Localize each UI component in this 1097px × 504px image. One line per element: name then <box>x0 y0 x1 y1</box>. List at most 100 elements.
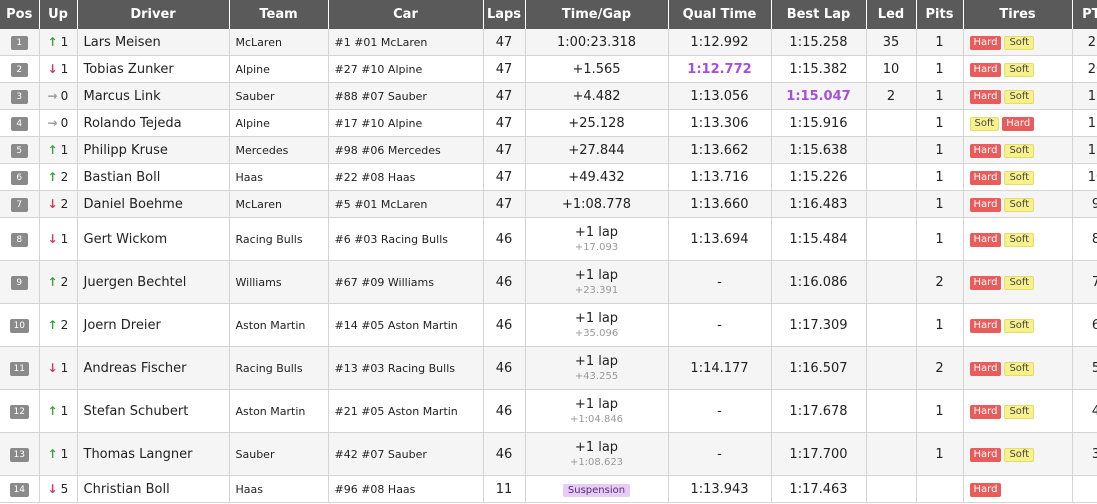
led-value <box>866 136 917 164</box>
best-lap: 1:17.463 <box>771 475 867 503</box>
col-header-gap[interactable]: Time/Gap <box>525 0 669 29</box>
best-lap: 1:16.483 <box>771 190 867 218</box>
pos-cell: 13 <box>0 432 40 476</box>
driver-name[interactable]: Lars Meisen <box>77 29 230 56</box>
table-row[interactable]: 1 ↑ 1 Lars Meisen McLaren #1 #01 McLaren 47 1:0… <box>0 29 1097 56</box>
points-value: 5 <box>1072 346 1097 390</box>
col-header-best[interactable]: Best Lap <box>771 0 867 29</box>
col-header-up[interactable]: Up <box>39 0 78 29</box>
car-name: #14 #05 Aston Martin <box>328 303 484 347</box>
points-value: 6 <box>1072 303 1097 347</box>
driver-name[interactable]: Stefan Schubert <box>77 389 230 433</box>
table-row[interactable]: 8 ↓ 1 Gert Wickom Racing Bulls #6 #03 Racing … <box>0 217 1097 261</box>
best-lap: 1:15.258 <box>771 29 867 56</box>
best-lap: 1:15.916 <box>771 109 867 137</box>
up-cell: ↑ 1 <box>39 389 78 433</box>
pos-cell: 4 <box>0 109 40 137</box>
qual-time: 1:14.177 <box>668 346 772 390</box>
table-row[interactable]: 9 ↑ 2 Juergen Bechtel Williams #67 #09 Willia… <box>0 260 1097 304</box>
tires-cell: Hard Soft <box>963 432 1073 476</box>
tire-soft-badge: Soft <box>1004 144 1035 158</box>
pits-value: 1 <box>916 163 964 191</box>
position-change: 2 <box>60 318 69 332</box>
table-row[interactable]: 14 ↓ 5 Christian Boll Haas #96 #08 Haas 11 Susp… <box>0 475 1097 503</box>
laps-value: 46 <box>483 303 526 347</box>
table-row[interactable]: 4 → 0 Rolando Tejeda Alpine #17 #10 Alpine 47 +… <box>0 109 1097 137</box>
best-lap: 1:15.484 <box>771 217 867 261</box>
table-row[interactable]: 3 → 0 Marcus Link Sauber #88 #07 Sauber 47 +4.4… <box>0 82 1097 110</box>
col-header-laps[interactable]: Laps <box>483 0 526 29</box>
arrow-right-icon: → <box>47 89 58 103</box>
tires-cell: Hard Soft <box>963 29 1073 56</box>
driver-name[interactable]: Rolando Tejeda <box>77 109 230 137</box>
table-row[interactable]: 6 ↑ 2 Bastian Boll Haas #22 #08 Haas 47 +49.432… <box>0 163 1097 191</box>
table-row[interactable]: 13 ↑ 1 Thomas Langner Sauber #42 #07 Sauber 46… <box>0 432 1097 476</box>
driver-name[interactable]: Thomas Langner <box>77 432 230 476</box>
gap-cell: +1 lap +35.096 <box>525 303 669 347</box>
arrow-up-icon: ↑ <box>47 447 58 461</box>
tires-cell: Hard Soft <box>963 217 1073 261</box>
position-badge: 13 <box>9 448 29 462</box>
col-header-driver[interactable]: Driver <box>77 0 230 29</box>
tire-soft-badge: Soft <box>1004 36 1035 50</box>
col-header-led[interactable]: Led <box>866 0 917 29</box>
driver-name[interactable]: Joern Dreier <box>77 303 230 347</box>
driver-name[interactable]: Bastian Boll <box>77 163 230 191</box>
driver-name[interactable]: Tobias Zunker <box>77 55 230 83</box>
position-badge: 10 <box>9 319 29 333</box>
pits-value: 2 <box>916 260 964 304</box>
position-badge: 4 <box>10 117 28 131</box>
driver-name[interactable]: Andreas Fischer <box>77 346 230 390</box>
laps-value: 11 <box>483 475 526 503</box>
table-row[interactable]: 10 ↑ 2 Joern Dreier Aston Martin #14 #05 Asto… <box>0 303 1097 347</box>
driver-name[interactable]: Daniel Boehme <box>77 190 230 218</box>
col-header-qual[interactable]: Qual Time <box>668 0 772 29</box>
led-value <box>866 432 917 476</box>
led-value: 2 <box>866 82 917 110</box>
gap-value: +27.844 <box>568 142 625 158</box>
table-row[interactable]: 7 ↓ 2 Daniel Boehme McLaren #5 #01 McLaren 47 +… <box>0 190 1097 218</box>
up-cell: ↑ 2 <box>39 163 78 191</box>
col-header-car[interactable]: Car <box>328 0 484 29</box>
col-header-team[interactable]: Team <box>229 0 329 29</box>
col-header-pos[interactable]: Pos <box>0 0 40 29</box>
best-lap: 1:15.382 <box>771 55 867 83</box>
tire-soft-badge: Soft <box>1004 233 1035 247</box>
led-value: 35 <box>866 29 917 56</box>
tire-soft-badge: Soft <box>1004 405 1035 419</box>
gap-cell: +1 lap +23.391 <box>525 260 669 304</box>
table-row[interactable]: 5 ↑ 1 Philipp Kruse Mercedes #98 #06 Mercedes… <box>0 136 1097 164</box>
up-cell: ↑ 1 <box>39 29 78 56</box>
team-name: Alpine <box>229 55 329 83</box>
laps-value: 47 <box>483 136 526 164</box>
tires-cell: Hard Soft <box>963 190 1073 218</box>
tires-cell: Hard Soft <box>963 55 1073 83</box>
status-badge: Suspension <box>562 483 631 497</box>
gap-cell: +1 lap +1:04.846 <box>525 389 669 433</box>
team-name: Alpine <box>229 109 329 137</box>
driver-name[interactable]: Marcus Link <box>77 82 230 110</box>
led-value <box>866 260 917 304</box>
team-name: Racing Bulls <box>229 346 329 390</box>
gap-value: +49.432 <box>568 169 625 185</box>
col-header-tires[interactable]: Tires <box>963 0 1073 29</box>
driver-name[interactable]: Philipp Kruse <box>77 136 230 164</box>
car-name: #27 #10 Alpine <box>328 55 484 83</box>
gap-sub-value: +35.096 <box>574 328 619 339</box>
table-row[interactable]: 2 ↓ 1 Tobias Zunker Alpine #27 #10 Alpine 47 +1… <box>0 55 1097 83</box>
driver-name[interactable]: Christian Boll <box>77 475 230 503</box>
tire-soft-badge: Soft <box>1004 362 1035 376</box>
points-value: 10 <box>1072 163 1097 191</box>
col-header-pits[interactable]: Pits <box>916 0 964 29</box>
tire-hard-badge: Hard <box>969 171 1002 185</box>
laps-value: 47 <box>483 29 526 56</box>
position-change: 2 <box>60 170 69 184</box>
driver-name[interactable]: Gert Wickom <box>77 217 230 261</box>
table-row[interactable]: 11 ↓ 1 Andreas Fischer Racing Bulls #13 #03 R… <box>0 346 1097 390</box>
up-cell: ↑ 1 <box>39 136 78 164</box>
position-badge: 7 <box>10 198 28 212</box>
col-header-pts[interactable]: PTS <box>1072 0 1097 29</box>
table-row[interactable]: 12 ↑ 1 Stefan Schubert Aston Martin #21 #05 A… <box>0 389 1097 433</box>
pos-cell: 10 <box>0 303 40 347</box>
driver-name[interactable]: Juergen Bechtel <box>77 260 230 304</box>
